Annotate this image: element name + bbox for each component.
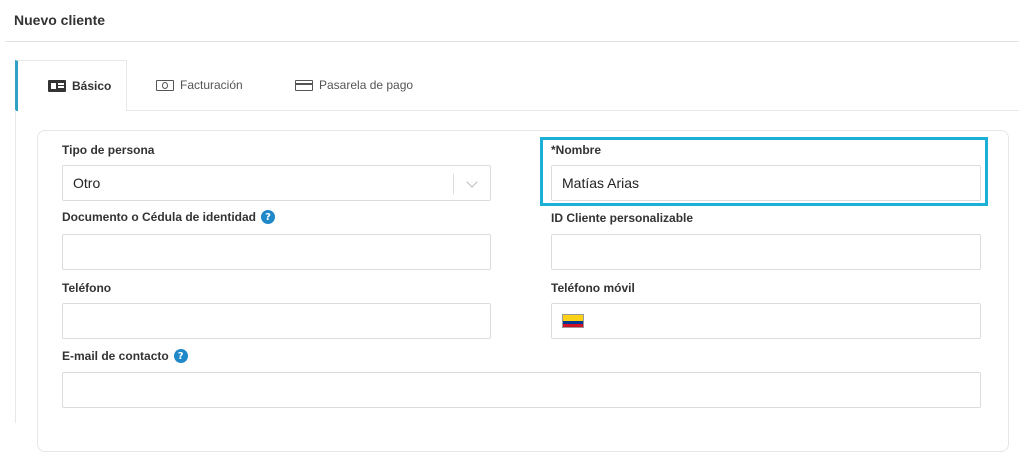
- tab-label: Pasarela de pago: [319, 78, 414, 92]
- tipo-persona-value: Otro: [73, 175, 101, 191]
- tab-content-border: [15, 110, 16, 423]
- tab-basico[interactable]: Básico: [15, 60, 127, 111]
- tab-label: Básico: [72, 79, 112, 93]
- title-divider: [5, 41, 1019, 42]
- focus-highlight: [540, 137, 988, 206]
- select-separator: [453, 174, 454, 194]
- credit-card-icon: [295, 79, 313, 91]
- tipo-persona-label: Tipo de persona: [62, 143, 155, 157]
- id-cliente-label: ID Cliente personalizable: [551, 211, 694, 225]
- tab-label: Facturación: [180, 78, 243, 92]
- tab-facturacion[interactable]: Facturación: [156, 60, 243, 110]
- money-bill-icon: [156, 79, 174, 91]
- telefono-movil-label: Teléfono móvil: [551, 281, 635, 295]
- id-card-icon: [48, 80, 66, 92]
- chevron-down-icon[interactable]: [466, 176, 478, 188]
- tab-pasarela-de-pago[interactable]: Pasarela de pago: [295, 60, 413, 110]
- id-cliente-input[interactable]: [551, 234, 981, 270]
- documento-label-text: Documento o Cédula de identidad: [62, 210, 257, 224]
- email-label-text: E-mail de contacto: [62, 349, 169, 363]
- documento-input[interactable]: [62, 234, 491, 270]
- tipo-persona-select[interactable]: Otro: [62, 165, 491, 201]
- help-icon[interactable]: ?: [173, 349, 188, 363]
- telefono-input[interactable]: [62, 303, 491, 339]
- telefono-movil-input[interactable]: [551, 303, 981, 339]
- help-icon[interactable]: ?: [261, 210, 276, 224]
- email-label: E-mail de contacto ?: [62, 349, 188, 363]
- tab-bar: Básico Facturación Pasarela de pago: [15, 60, 1019, 111]
- colombia-flag-icon[interactable]: [562, 314, 584, 328]
- documento-label: Documento o Cédula de identidad ?: [62, 210, 276, 224]
- telefono-label: Teléfono: [62, 281, 112, 295]
- page-title: Nuevo cliente: [14, 12, 106, 28]
- email-input[interactable]: [62, 372, 981, 408]
